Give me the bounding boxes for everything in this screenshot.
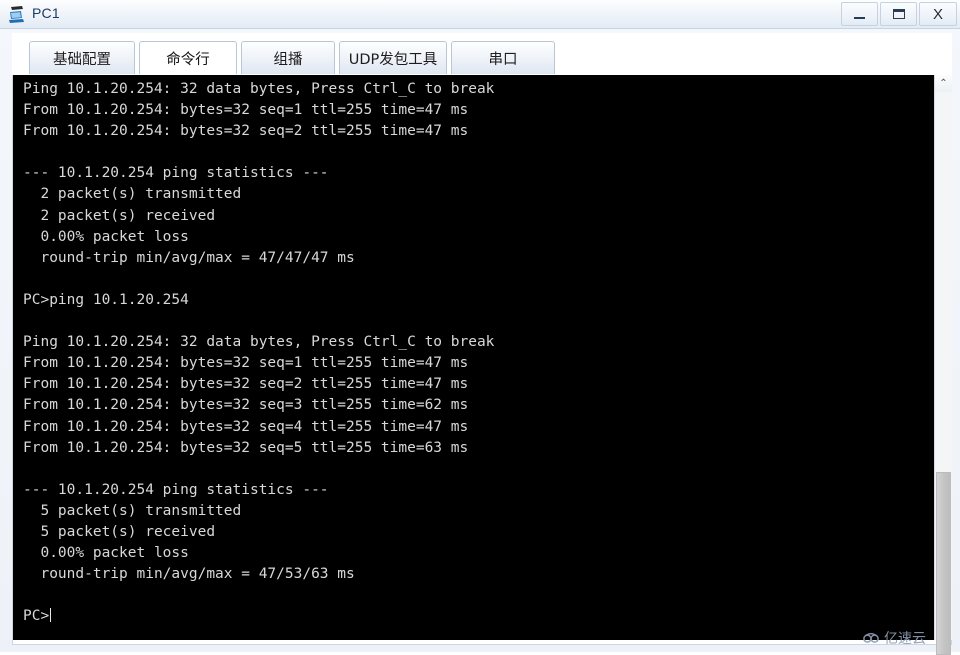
- tab-0[interactable]: 基础配置: [29, 41, 135, 74]
- terminal-line: round-trip min/avg/max = 47/47/47 ms: [23, 249, 355, 266]
- terminal-output: Ping 10.1.20.254: 32 data bytes, Press C…: [23, 79, 928, 627]
- cloud-icon: [862, 631, 881, 645]
- terminal-prompt-line: PC>: [23, 606, 928, 627]
- tab-label: 组播: [273, 51, 303, 68]
- minimize-button[interactable]: [841, 2, 878, 26]
- terminal-line: From 10.1.20.254: bytes=32 seq=4 ttl=255…: [23, 418, 469, 435]
- terminal-line: --- 10.1.20.254 ping statistics ---: [23, 165, 329, 182]
- minimize-icon: [854, 16, 865, 19]
- terminal-line: 2 packet(s) received: [23, 207, 216, 224]
- tab-label: 基础配置: [53, 51, 111, 68]
- tab-2[interactable]: 组播: [241, 41, 335, 74]
- terminal-line: From 10.1.20.254: bytes=32 seq=5 ttl=255…: [23, 439, 469, 456]
- terminal-line: PC>ping 10.1.20.254: [23, 291, 189, 308]
- scrollbar-thumb[interactable]: [936, 472, 951, 655]
- terminal-prompt: PC>: [23, 608, 50, 625]
- tab-label: 串口: [488, 51, 518, 68]
- terminal-scrollbar[interactable]: ⌃: [934, 75, 952, 655]
- terminal-line: From 10.1.20.254: bytes=32 seq=2 ttl=255…: [23, 123, 469, 140]
- pc1-window: PC1 X 基础配置 命令行 组播 UDP发包工具 串口 Ping 10.1.20.25…: [0, 0, 960, 655]
- terminal-line: From 10.1.20.254: bytes=32 seq=1 ttl=255…: [23, 355, 469, 372]
- tab-label: 命令行: [166, 51, 210, 68]
- terminal-line: round-trip min/avg/max = 47/53/63 ms: [23, 566, 355, 583]
- watermark-label: 亿速云: [884, 631, 926, 647]
- terminal-line: From 10.1.20.254: bytes=32 seq=1 ttl=255…: [23, 102, 469, 119]
- terminal-line: 0.00% packet loss: [23, 228, 189, 245]
- maximize-icon: [892, 9, 905, 19]
- terminal-line: 0.00% packet loss: [23, 545, 189, 562]
- scroll-up-icon[interactable]: ⌃: [935, 75, 952, 92]
- watermark: 亿速云: [862, 628, 926, 648]
- maximize-button[interactable]: [880, 2, 917, 26]
- terminal-line: Ping 10.1.20.254: 32 data bytes, Press C…: [23, 334, 495, 351]
- command-line-terminal[interactable]: Ping 10.1.20.254: 32 data bytes, Press C…: [13, 75, 934, 640]
- terminal-line: 5 packet(s) received: [23, 523, 216, 540]
- tab-4[interactable]: 串口: [451, 41, 555, 74]
- tab-label: UDP发包工具: [348, 51, 438, 68]
- tab-3[interactable]: UDP发包工具: [339, 41, 447, 74]
- close-icon: X: [932, 5, 943, 23]
- terminal-line: From 10.1.20.254: bytes=32 seq=2 ttl=255…: [23, 376, 469, 393]
- close-button[interactable]: X: [919, 2, 957, 26]
- pc-device-icon: [7, 3, 29, 25]
- terminal-cursor: [50, 608, 52, 623]
- scrollbar-track[interactable]: [935, 92, 952, 655]
- terminal-line: 5 packet(s) transmitted: [23, 502, 242, 519]
- terminal-line: --- 10.1.20.254 ping statistics ---: [23, 481, 329, 498]
- tab-bar: 基础配置 命令行 组播 UDP发包工具 串口: [12, 33, 952, 75]
- window-titlebar: PC1 X: [0, 0, 960, 29]
- tab-1[interactable]: 命令行: [139, 41, 237, 74]
- terminal-line: 2 packet(s) transmitted: [23, 186, 242, 203]
- terminal-line: Ping 10.1.20.254: 32 data bytes, Press C…: [23, 81, 495, 97]
- terminal-line: From 10.1.20.254: bytes=32 seq=3 ttl=255…: [23, 397, 469, 414]
- window-title: PC1: [32, 5, 60, 21]
